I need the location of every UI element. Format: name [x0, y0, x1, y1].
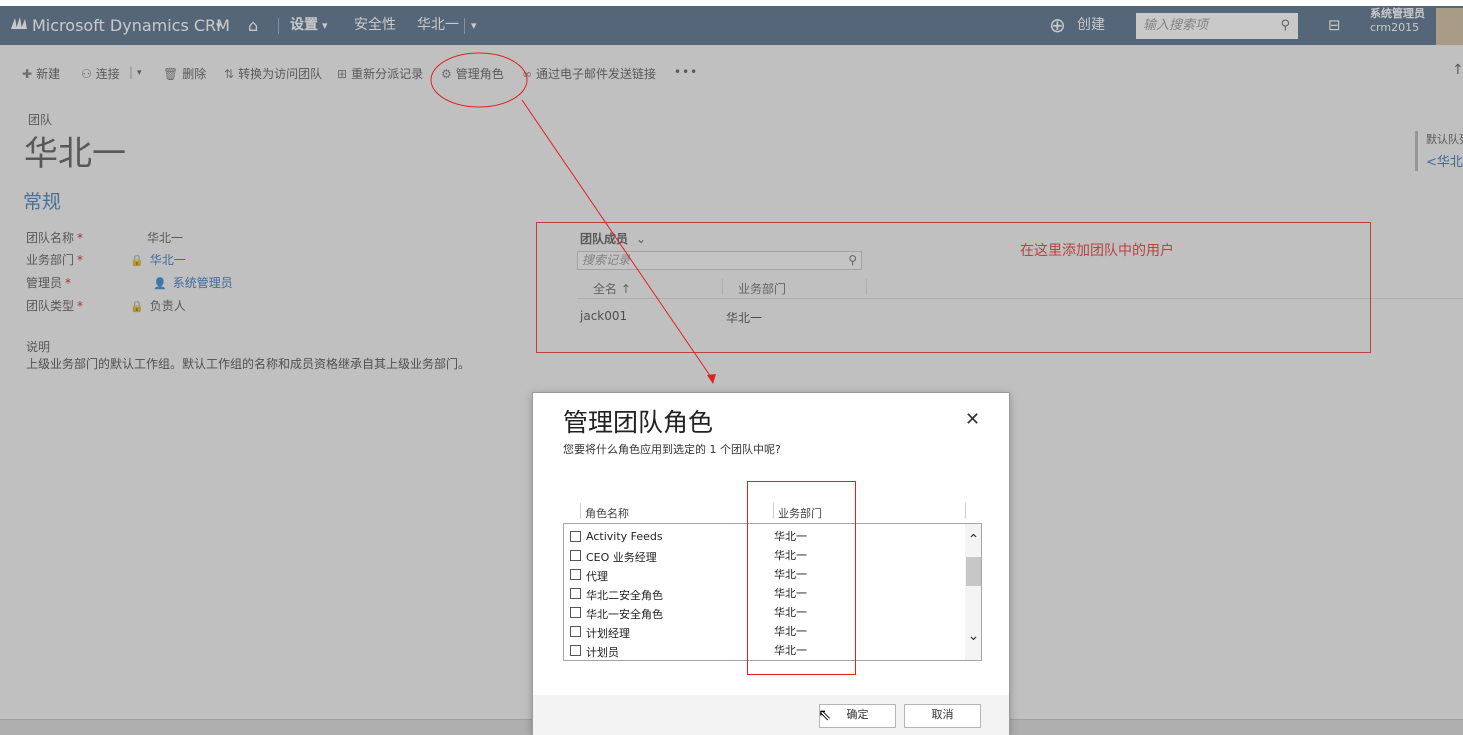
- annotation-arrow-head: [707, 374, 716, 384]
- annotation-arrow-line: [521, 99, 714, 381]
- annotation-overlay: [430, 52, 856, 675]
- annotation-circle: [430, 52, 528, 108]
- annotation-bu-box: [747, 481, 856, 675]
- crm-page: Microsoft Dynamics CRM ▾ ⌂ 设置 ▾ 安全性 华北一 …: [0, 0, 1463, 735]
